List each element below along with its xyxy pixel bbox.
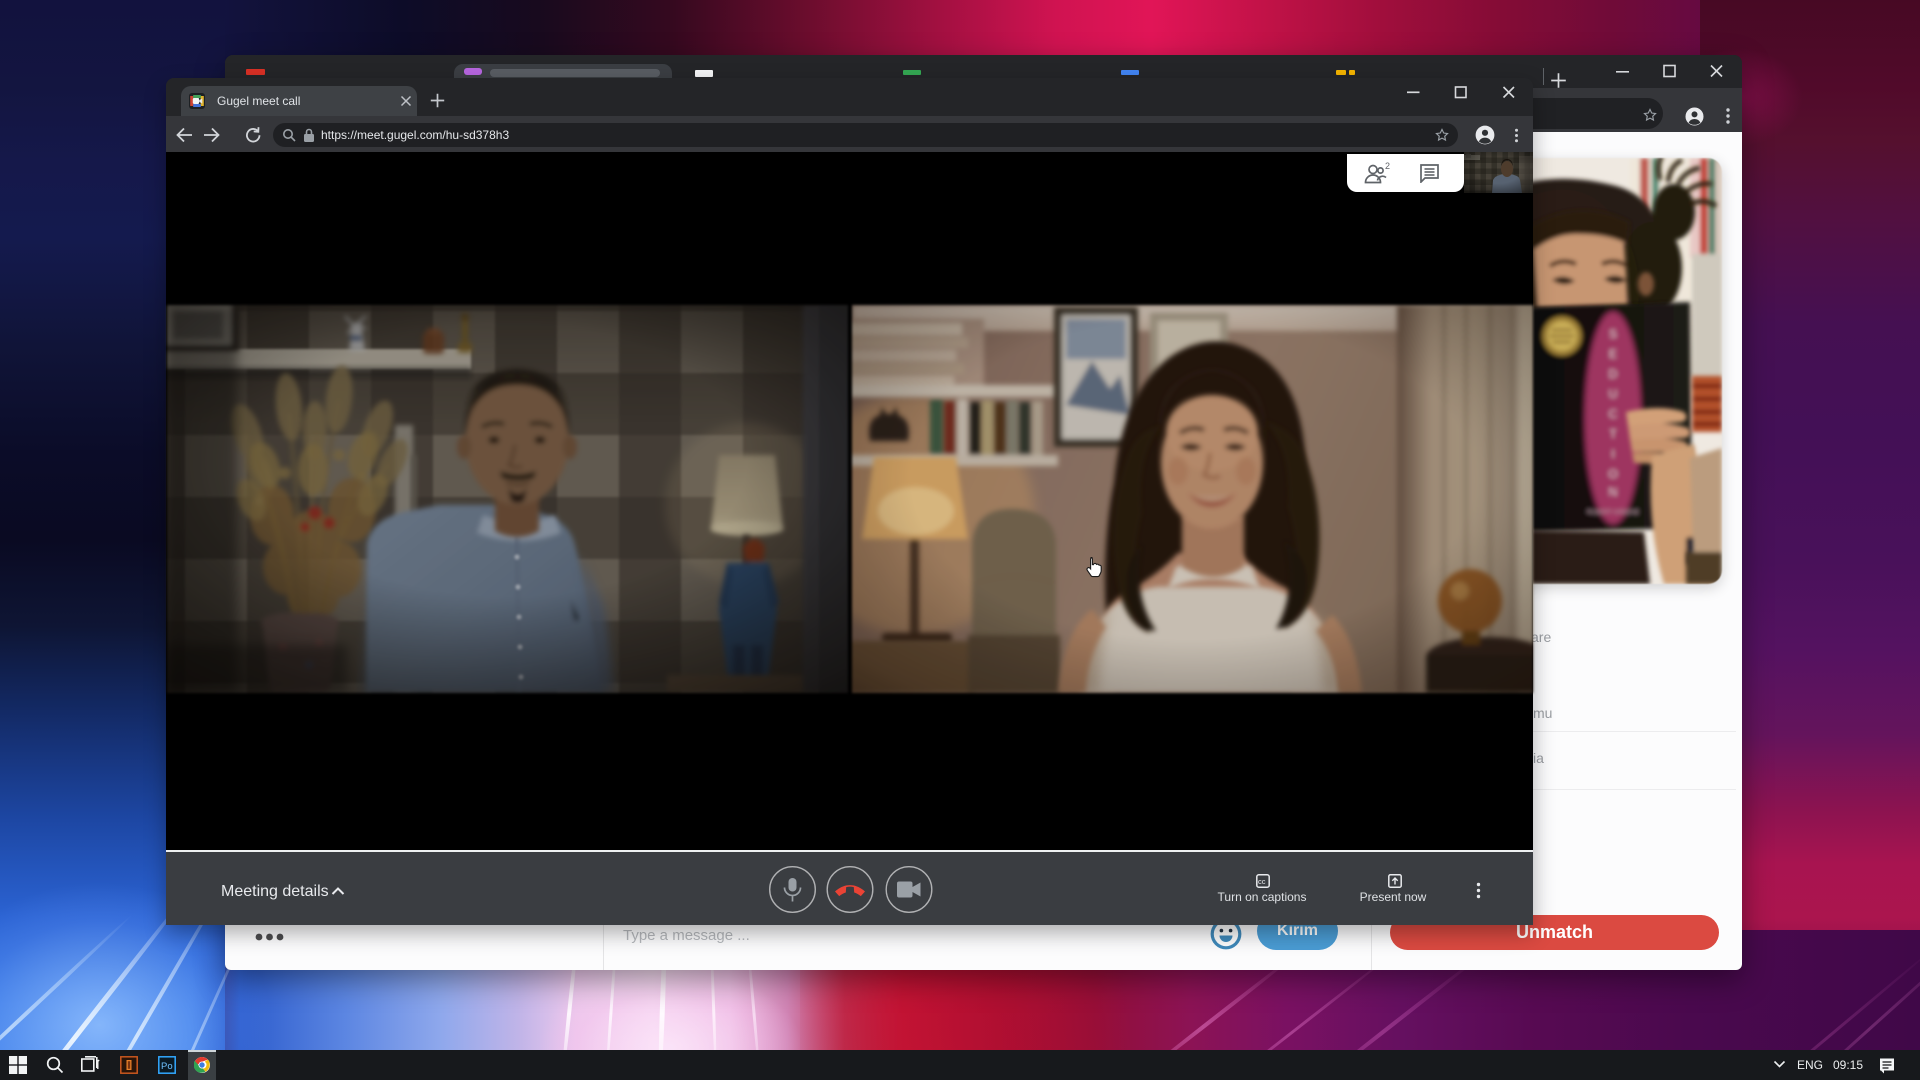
svg-text:I: I — [1611, 447, 1614, 461]
svg-text:cc: cc — [1258, 877, 1266, 886]
svg-text:S: S — [1609, 327, 1617, 341]
svg-text:D: D — [1609, 367, 1618, 381]
svg-text:N: N — [1609, 485, 1618, 499]
svg-text:ROBERT GREENE: ROBERT GREENE — [1587, 510, 1639, 516]
svg-text:U: U — [1609, 387, 1618, 401]
svg-text:Po: Po — [161, 1061, 173, 1072]
svg-text:C: C — [1609, 407, 1618, 421]
svg-text:O: O — [1608, 467, 1617, 481]
svg-text:E: E — [1609, 347, 1617, 361]
svg-text:T: T — [1609, 427, 1617, 441]
svg-text:2: 2 — [1385, 161, 1390, 171]
